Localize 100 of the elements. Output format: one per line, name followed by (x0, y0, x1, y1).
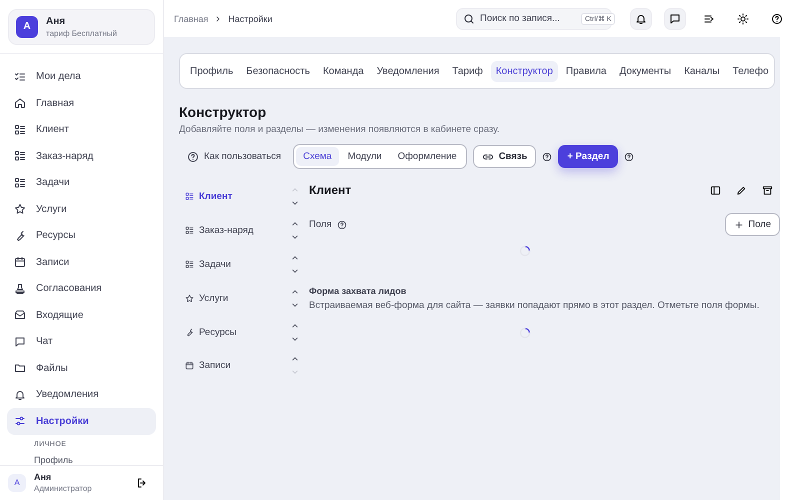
nav-subitem[interactable]: Профиль (34, 454, 163, 464)
move-up-button[interactable] (291, 322, 299, 329)
move-down-button[interactable] (291, 268, 299, 274)
nav-item[interactable]: Услуги (7, 196, 156, 222)
avatar: А (16, 16, 38, 38)
nav-item[interactable]: Настройки (7, 408, 156, 434)
folder-icon (14, 362, 26, 374)
settings-tab[interactable]: Документы (614, 60, 676, 82)
nav-item[interactable]: Записи (7, 249, 156, 276)
sun-icon (737, 12, 749, 24)
nav-item[interactable]: Главная (7, 90, 156, 116)
section-item[interactable]: Услуги (185, 292, 228, 304)
star-icon (185, 294, 194, 303)
search-icon (463, 12, 475, 24)
notifications-button[interactable] (630, 8, 652, 30)
help-icon (542, 152, 552, 162)
settings-tab[interactable]: Профиль (185, 60, 238, 82)
page-title: Конструктор (179, 104, 268, 120)
settings-tab[interactable]: Каналы (679, 60, 725, 82)
breadcrumb: Настройки (228, 14, 272, 24)
move-up-button[interactable] (291, 221, 299, 228)
settings-tab[interactable]: Телефо (728, 60, 774, 82)
page-subtitle: Добавляйте поля и разделы — изменения появляются в кабинете сразу. (179, 124, 501, 135)
star-icon (14, 203, 26, 216)
calendar-icon (185, 361, 194, 370)
list-icon (14, 176, 26, 189)
bell-icon (14, 388, 26, 401)
move-down-button[interactable] (291, 200, 299, 206)
nav-item[interactable]: Файлы (7, 355, 156, 382)
section-item[interactable]: Записи (185, 360, 231, 372)
list-icon (185, 226, 194, 236)
move-up-button[interactable] (291, 254, 299, 261)
nav-item[interactable]: Заказ-наряд (7, 143, 156, 170)
inbox-icon (14, 309, 26, 322)
messages-button[interactable] (664, 8, 686, 30)
mode-tab[interactable]: Оформление (390, 147, 464, 166)
nav-item[interactable]: Уведомления (7, 382, 156, 408)
calendar-icon (14, 256, 26, 268)
fields-label: Поля (309, 219, 332, 230)
nav-item[interactable]: Клиент (7, 116, 156, 143)
settings-tab[interactable]: Безопасность (241, 60, 315, 82)
logout-icon (136, 476, 148, 489)
move-up-button[interactable] (291, 288, 299, 295)
archive-icon (762, 184, 772, 196)
list-icon (185, 260, 194, 269)
nav-item[interactable]: Согласования (7, 276, 156, 302)
settings-tab[interactable]: Уведомления (372, 60, 444, 82)
move-down-button[interactable] (291, 302, 299, 308)
section-item[interactable]: Ресурсы (185, 326, 236, 338)
pencil-icon (736, 184, 746, 196)
move-down-button[interactable] (291, 234, 299, 240)
help-link[interactable]: Как пользоваться (179, 150, 288, 162)
help-icon (771, 12, 783, 24)
stamp-icon (14, 282, 26, 295)
chat-icon (669, 12, 681, 24)
form-title: Форма захвата лидов (309, 286, 408, 296)
avatar: А (8, 474, 26, 492)
add-field-button[interactable]: Поле (725, 213, 780, 236)
section-item[interactable]: Заказ-наряд (185, 225, 254, 236)
account-card[interactable]: А Аня тариф Бесплатный (8, 9, 155, 44)
settings-tab[interactable]: Тариф (447, 60, 488, 82)
nav-item[interactable]: Чат (7, 328, 156, 355)
menu-arrow-icon (703, 12, 715, 24)
sliders-icon (14, 415, 26, 428)
section-title: Клиент (309, 183, 352, 197)
search-field[interactable]: Поиск по запися... (480, 13, 576, 24)
chat-icon (14, 336, 26, 348)
help-icon (336, 220, 347, 230)
nav-item[interactable]: Входящие (7, 302, 156, 328)
home-icon (14, 97, 26, 110)
section-item[interactable]: Клиент (185, 191, 232, 202)
checklist-icon (14, 70, 26, 83)
link-button[interactable]: Связь (472, 145, 536, 168)
settings-tab[interactable]: Конструктор (490, 60, 558, 82)
breadcrumb[interactable]: Главная (174, 14, 208, 24)
settings-tab[interactable]: Команда (318, 60, 369, 82)
bell-icon (635, 12, 647, 24)
mode-tab[interactable]: Схема (296, 147, 339, 166)
nav-item[interactable]: Задачи (7, 170, 156, 196)
section-item[interactable]: Задачи (185, 258, 231, 270)
list-icon (185, 192, 194, 202)
wrench-icon (185, 328, 194, 337)
mode-tab[interactable]: Модули (340, 147, 389, 166)
list-icon (14, 124, 26, 136)
help-icon (624, 152, 634, 162)
move-up-button[interactable] (291, 356, 299, 362)
nav-item[interactable]: Ресурсы (7, 222, 156, 249)
list-icon (14, 150, 26, 162)
user-role: Администратор (34, 484, 93, 494)
wrench-icon (14, 230, 26, 242)
settings-tab[interactable]: Правила (560, 60, 612, 82)
plan-label: тариф Бесплатный (46, 28, 118, 38)
account-name: Аня (46, 16, 66, 27)
nav-item[interactable]: Мои дела (7, 64, 156, 90)
form-description: Встраиваемая веб-форма для сайта — заявки попадают прямо в этот раздел. Отметьте поля формы. (309, 300, 760, 311)
help-icon (187, 150, 199, 162)
user-name: Аня (34, 472, 52, 482)
add-section-button[interactable]: + Раздел (558, 145, 618, 168)
move-down-button[interactable] (291, 336, 299, 342)
plus-icon (734, 220, 744, 230)
